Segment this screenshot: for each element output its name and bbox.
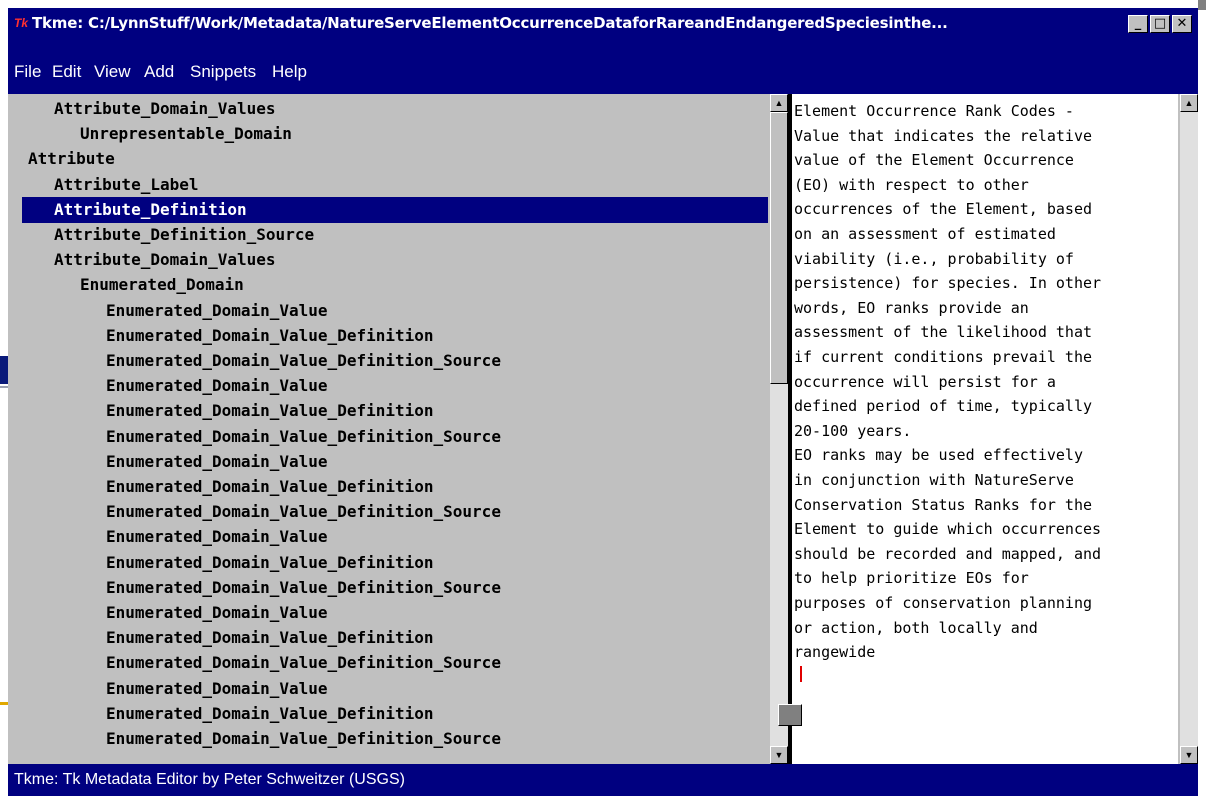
detail-text-line: assessment of the likelihood that (794, 323, 1093, 342)
detail-text-line: 20-100 years. (794, 421, 912, 440)
detail-text-line: Value that indicates the relative (794, 126, 1093, 145)
menu-edit[interactable]: Edit (52, 62, 81, 82)
tree-item[interactable]: Attribute_Label (8, 172, 199, 198)
tree-item[interactable]: Enumerated_Domain_Value_Definition_Sourc… (8, 499, 501, 525)
menu-snippets[interactable]: Snippets (190, 62, 256, 82)
detail-text-line: occurrences of the Element, based (794, 200, 1093, 219)
tree-item[interactable]: Enumerated_Domain_Value (8, 449, 328, 475)
tree-item[interactable]: Enumerated_Domain_Value_Definition_Sourc… (8, 348, 501, 374)
detail-text-line: Element to guide which occurrences (794, 520, 1102, 539)
detail-text-line: words, EO ranks provide an (794, 298, 1029, 317)
detail-text-line: (EO) with respect to other (794, 175, 1029, 194)
tree-item[interactable]: Enumerated_Domain_Value_Definition_Sourc… (8, 575, 501, 601)
detail-text-line: should be recorded and mapped, and (794, 544, 1102, 563)
detail-text-line: persistence) for species. In other (794, 274, 1102, 293)
tree-item[interactable]: Enumerated_Domain_Value_Definition (8, 398, 434, 424)
tree-item[interactable]: Enumerated_Domain_Value_Definition_Sourc… (8, 726, 501, 752)
background-slide-gold-rule (0, 702, 8, 705)
tree-item[interactable]: Enumerated_Domain_Value (8, 524, 328, 550)
text-cursor (800, 665, 802, 682)
tree-item[interactable]: Attribute_Domain_Values (8, 247, 276, 273)
detail-text-line: EO ranks may be used effectively (794, 446, 1083, 465)
tree-item[interactable]: Enumerated_Domain_Value_Definition (8, 323, 434, 349)
status-bar: Tkme: Tk Metadata Editor by Peter Schwei… (8, 764, 1198, 796)
tree-item[interactable]: Enumerated_Domain_Value_Definition (8, 701, 434, 727)
detail-text-line: Element Occurrence Rank Codes - (794, 102, 1074, 120)
tkme-window: Tk Tkme: C:/LynnStuff/Work/Metadata/Natu… (8, 8, 1198, 796)
menu-file[interactable]: File (14, 62, 41, 82)
tree-item[interactable]: Enumerated_Domain_Value (8, 600, 328, 626)
tree-item[interactable]: Unrepresentable_Domain (8, 121, 292, 147)
tree-item[interactable]: Enumerated_Domain_Value_Definition_Sourc… (8, 424, 501, 450)
tree-item[interactable]: Attribute (8, 146, 115, 172)
tree-scroll-thumb[interactable] (770, 112, 788, 384)
resize-handle[interactable] (778, 704, 802, 726)
detail-text-line: occurrence will persist for a (794, 372, 1056, 391)
title-bar[interactable]: Tk Tkme: C:/LynnStuff/Work/Metadata/Natu… (8, 8, 1198, 38)
tree-item-selected[interactable]: Attribute_Definition (22, 196, 768, 223)
detail-scroll-up-button[interactable]: ▲ (1180, 94, 1198, 112)
tree-scrollbar[interactable]: ▲ ▼ (770, 94, 788, 764)
tree-scroll-up-button[interactable]: ▲ (770, 94, 788, 112)
detail-text-line: viability (i.e., probability of (794, 249, 1074, 268)
detail-scroll-down-button[interactable]: ▼ (1180, 746, 1198, 764)
tree-item[interactable]: Attribute_Domain_Values (8, 96, 276, 122)
menu-bar: File Edit View Add Snippets Help (8, 38, 1198, 94)
metadata-tree[interactable]: Attribute_Domain_Values Unrepresentable_D… (8, 94, 768, 764)
minimize-button[interactable]: _ (1128, 15, 1148, 33)
background-slide-rule (0, 386, 8, 388)
tk-app-icon[interactable]: Tk (14, 16, 30, 30)
detail-text-line: or action, both locally and (794, 618, 1038, 637)
tree-item[interactable]: Enumerated_Domain_Value (8, 676, 328, 702)
tree-item[interactable]: Enumerated_Domain (8, 272, 244, 298)
tree-item[interactable]: Enumerated_Domain_Value_Definition (8, 625, 434, 651)
status-text: Tkme: Tk Metadata Editor by Peter Schwei… (14, 771, 405, 788)
tree-item[interactable]: Enumerated_Domain_Value_Definition_Sourc… (8, 650, 501, 676)
tree-scroll-down-button[interactable]: ▼ (770, 746, 788, 764)
detail-text-line: defined period of time, typically (794, 397, 1093, 416)
detail-text-line: Conservation Status Ranks for the (794, 495, 1093, 514)
close-button[interactable]: ✕ (1172, 15, 1192, 33)
menu-view[interactable]: View (94, 62, 131, 82)
window-title: Tkme: C:/LynnStuff/Work/Metadata/NatureS… (32, 14, 948, 32)
tree-item[interactable]: Attribute_Definition_Source (8, 222, 314, 248)
tree-item[interactable]: Enumerated_Domain_Value_Definition (8, 550, 434, 576)
detail-text-line: on an assessment of estimated (794, 225, 1056, 243)
menu-add[interactable]: Add (144, 62, 174, 82)
detail-text-line: to help prioritize EOs for (794, 569, 1029, 588)
menu-help[interactable]: Help (272, 62, 307, 82)
tree-item[interactable]: Enumerated_Domain_Value (8, 298, 328, 324)
element-text-editor[interactable]: Element Occurrence Rank Codes - Value tha… (792, 94, 1178, 764)
detail-text-line: value of the Element Occurrence (794, 151, 1074, 170)
tree-item[interactable]: Enumerated_Domain_Value_Definition (8, 474, 434, 500)
background-slide-accent (0, 356, 8, 384)
detail-text-line: purposes of conservation planning (794, 594, 1093, 612)
background-slide-bar (1198, 0, 1206, 10)
detail-text-line: in conjunction with NatureServe (794, 471, 1074, 489)
detail-text-line: rangewide (794, 643, 876, 662)
maximize-button[interactable]: □ (1150, 15, 1170, 33)
detail-scrollbar[interactable]: ▲ ▼ (1180, 94, 1198, 764)
detail-text-line: if current conditions prevail the (794, 348, 1093, 366)
tree-item[interactable]: Enumerated_Domain_Value (8, 373, 328, 399)
